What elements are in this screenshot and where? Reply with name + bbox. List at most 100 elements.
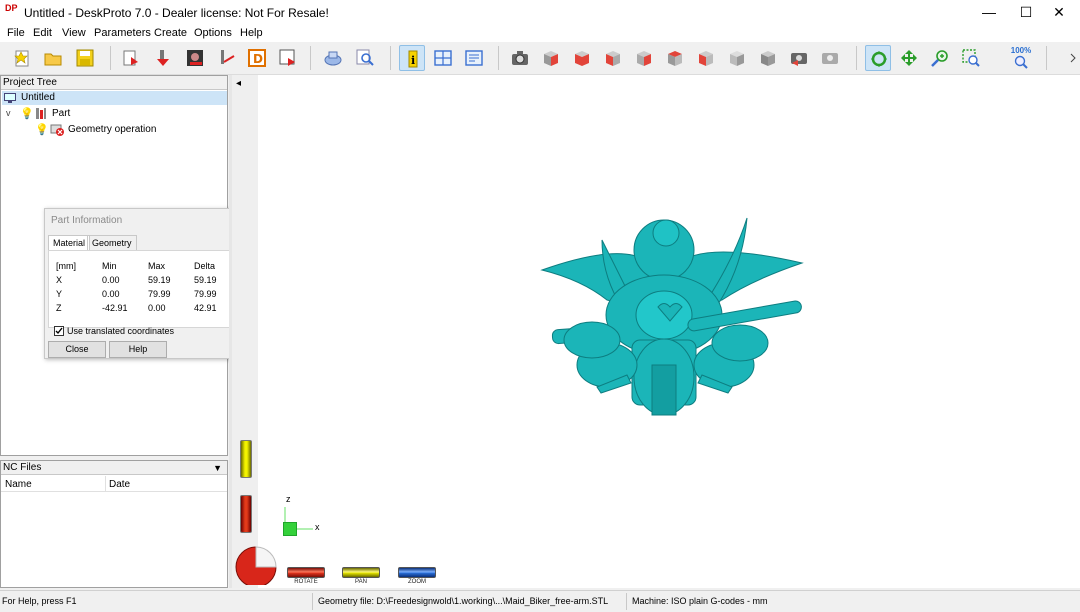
translated-coordinates-checkbox[interactable] <box>54 326 64 336</box>
row-x-axis: X <box>56 275 63 285</box>
monitor-icon <box>4 93 16 103</box>
translated-coordinates-label: Use translated coordinates <box>67 326 175 336</box>
layout-button[interactable] <box>430 45 456 71</box>
report-button[interactable] <box>461 45 487 71</box>
zoom-fit-icon <box>1014 55 1028 69</box>
view-iso-button[interactable] <box>755 45 781 71</box>
tree-item-geometry-operation[interactable]: 💡 Geometry operation <box>35 123 215 137</box>
info-button[interactable]: i <box>399 45 425 71</box>
rotate-gauge[interactable] <box>287 567 325 578</box>
menu-help[interactable]: Help <box>240 27 263 39</box>
col-date[interactable]: Date <box>109 479 130 490</box>
nc-files-header: NC Files ▼ <box>1 461 227 475</box>
axis-x-label: x <box>315 522 320 532</box>
app-icon: DP <box>5 3 18 13</box>
view-undo-icon <box>791 53 807 66</box>
col-header-delta: Delta <box>194 261 216 271</box>
rotate-dial[interactable] <box>234 545 278 585</box>
camera-icon <box>512 51 528 65</box>
toolbar: D i 100% <box>0 42 1080 75</box>
col-header-max: Max <box>148 261 166 271</box>
import-part-button[interactable] <box>118 45 144 71</box>
search-button[interactable] <box>352 45 378 71</box>
view-right-button[interactable] <box>631 45 657 71</box>
rotate-mode-button[interactable] <box>865 45 891 71</box>
menu-edit[interactable]: Edit <box>33 27 52 39</box>
toolbar-overflow[interactable] <box>1070 50 1076 66</box>
pan-gauge[interactable] <box>342 567 380 578</box>
layout-icon <box>434 50 452 66</box>
view-gray-button[interactable] <box>724 45 750 71</box>
col-header-min: Min <box>102 261 117 271</box>
camera-button[interactable] <box>507 45 533 71</box>
tool-icon <box>221 50 235 64</box>
search-icon <box>356 49 374 66</box>
tab-material[interactable]: Material <box>48 235 91 251</box>
menu-parameters[interactable]: Parameters <box>94 27 151 39</box>
tool-button[interactable] <box>214 45 240 71</box>
view-front-button[interactable] <box>538 45 564 71</box>
view-cube-back-icon <box>699 51 713 66</box>
open-button[interactable] <box>40 45 66 71</box>
status-machine: Machine: ISO plain G-codes - mm <box>632 596 768 606</box>
collapse-arrow-icon[interactable]: ◂ <box>236 78 241 89</box>
zoom-mode-button[interactable] <box>927 45 953 71</box>
view-cube-red-icon <box>575 51 589 66</box>
view-cube-gray-icon <box>730 51 744 66</box>
tree-item-part[interactable]: v 💡 Part <box>6 107 206 121</box>
zoom-window-button[interactable] <box>958 45 984 71</box>
dropdown-arrow-icon[interactable]: ▼ <box>213 461 222 475</box>
zoom-fit-button[interactable]: 100% <box>1008 45 1034 71</box>
tree-item-project[interactable]: Untitled <box>2 91 227 105</box>
save-button[interactable] <box>72 45 98 71</box>
menu-view[interactable]: View <box>62 27 86 39</box>
view-red-button[interactable] <box>569 45 595 71</box>
model-canvas <box>540 217 804 416</box>
pan-mode-button[interactable] <box>896 45 922 71</box>
load-part-button[interactable] <box>150 45 176 71</box>
menu-file[interactable]: File <box>7 27 25 39</box>
dialog-title: Part Information <box>51 215 123 226</box>
chevron-right-icon <box>1070 53 1076 63</box>
menu-bar: File Edit View Parameters Create Options… <box>0 25 1080 42</box>
status-geometry-file: Geometry file: D:\Freedesignwold\1.worki… <box>318 596 609 606</box>
close-dialog-button[interactable]: Close <box>48 341 106 358</box>
view-back-button[interactable] <box>693 45 719 71</box>
part-icon <box>36 108 46 119</box>
help-button[interactable]: Help <box>109 341 167 358</box>
status-bar: For Help, press F1 Geometry file: D:\Fre… <box>0 590 1080 612</box>
axis-x-line <box>297 528 313 530</box>
3d-viewport[interactable]: z x <box>232 75 1080 588</box>
nc-files-title: NC Files <box>3 462 42 473</box>
close-button[interactable]: ✕ <box>1036 0 1080 25</box>
row-y-min: 0.00 <box>102 289 120 299</box>
view-settings-button[interactable] <box>817 45 843 71</box>
expand-chevron-icon[interactable]: v <box>6 106 11 120</box>
view-left-button[interactable] <box>600 45 626 71</box>
zoom-gauge[interactable] <box>398 567 436 578</box>
drawing-button[interactable]: D <box>244 45 270 71</box>
part-parameters-button[interactable] <box>182 45 208 71</box>
load-part-icon <box>157 50 169 66</box>
save-cnc-button[interactable] <box>274 45 300 71</box>
row-x-delta: 59.19 <box>194 275 217 285</box>
col-name[interactable]: Name <box>5 479 32 490</box>
view-settings-icon <box>822 53 838 64</box>
part-parameters-icon <box>187 50 203 66</box>
view-cube-left-icon <box>606 51 620 66</box>
nc-files-panel: NC Files ▼ Name Date <box>0 460 228 588</box>
new-project-button[interactable] <box>9 45 35 71</box>
pan-gauge-label: PAN <box>355 579 367 585</box>
yellow-vertical-slider[interactable] <box>240 440 252 478</box>
red-vertical-slider[interactable] <box>240 495 252 533</box>
tree-item-part-label: Part <box>52 108 71 119</box>
menu-create[interactable]: Create <box>154 27 187 39</box>
rotate-mode-icon <box>871 51 887 67</box>
part-info-button[interactable] <box>320 45 346 71</box>
menu-options[interactable]: Options <box>194 27 232 39</box>
tab-geometry[interactable]: Geometry <box>87 235 137 251</box>
title-bar: DP Untitled - DeskProto 7.0 - Dealer lic… <box>0 0 1080 25</box>
view-undo-button[interactable] <box>786 45 812 71</box>
info-icon: i <box>408 50 418 68</box>
view-top-button[interactable] <box>662 45 688 71</box>
